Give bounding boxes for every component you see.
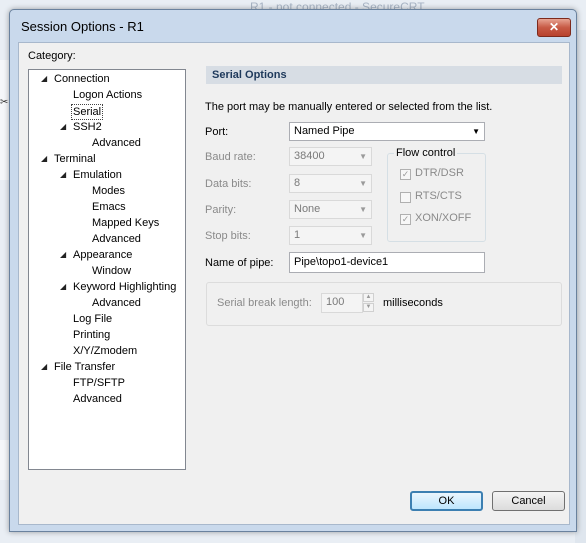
expand-triangle-icon[interactable]: ◢ <box>41 154 49 163</box>
data-bits-label: Data bits: <box>205 178 252 190</box>
expand-triangle-icon[interactable]: ◢ <box>60 170 68 179</box>
tree-item[interactable]: Keyword Highlighting <box>73 280 176 294</box>
flow-control-group: Flow control ✓ DTR/DSR RTS/CTS ✓ XON/XOF… <box>387 147 486 242</box>
tree-item[interactable]: Mapped Keys <box>92 216 159 230</box>
chevron-down-icon: ▼ <box>359 205 367 214</box>
tree-item[interactable]: Modes <box>92 184 125 198</box>
parity-value: None <box>294 203 321 215</box>
panel-header: Serial Options <box>206 66 562 84</box>
tree-item[interactable]: X/Y/Zmodem <box>73 344 137 358</box>
expand-triangle-icon[interactable]: ◢ <box>60 282 68 291</box>
port-value: Named Pipe <box>294 125 355 137</box>
chevron-down-icon: ▼ <box>359 231 367 240</box>
close-button[interactable]: ✕ <box>537 18 571 37</box>
tree-item[interactable]: Log File <box>73 312 112 326</box>
spin-down-button[interactable]: ▼ <box>363 303 374 312</box>
tree-item[interactable]: Printing <box>73 328 110 342</box>
parity-select[interactable]: None ▼ <box>289 200 372 219</box>
stop-bits-value: 1 <box>294 229 301 241</box>
xon-xoff-label: XON/XOFF <box>415 212 472 224</box>
stop-bits-label: Stop bits: <box>205 230 251 242</box>
tree-item[interactable]: Serial <box>71 104 104 120</box>
data-bits-select[interactable]: 8 ▼ <box>289 174 372 193</box>
tree-item[interactable]: Logon Actions <box>73 88 142 102</box>
tree-item[interactable]: Advanced <box>73 392 122 406</box>
chevron-down-icon: ▼ <box>472 127 480 136</box>
tree-item[interactable]: Advanced <box>92 136 141 150</box>
chevron-down-icon: ▼ <box>359 152 367 161</box>
tree-item[interactable]: Advanced <box>92 296 141 310</box>
tree-item[interactable]: Window <box>92 264 131 278</box>
break-length-group: Serial break length: 100 ▲ ▼ millisecond… <box>206 282 562 326</box>
ok-button[interactable]: OK <box>410 491 483 511</box>
break-length-input[interactable]: 100 <box>321 293 363 313</box>
port-label: Port: <box>205 126 229 138</box>
dialog-title: Session Options - R1 <box>21 19 144 34</box>
dtr-dsr-label: DTR/DSR <box>415 167 464 179</box>
tree-item[interactable]: SSH2 <box>73 120 102 134</box>
stop-bits-select[interactable]: 1 ▼ <box>289 226 372 245</box>
pipe-name-label: Name of pipe: <box>205 257 274 269</box>
tree-item[interactable]: Connection <box>54 72 110 86</box>
baud-rate-label: Baud rate: <box>205 151 256 163</box>
spin-up-button[interactable]: ▲ <box>363 293 374 302</box>
tree-item[interactable]: File Transfer <box>54 360 115 374</box>
tree-item[interactable]: Emacs <box>92 200 126 214</box>
rts-cts-label: RTS/CTS <box>415 190 462 202</box>
tree-item[interactable]: Emulation <box>73 168 122 182</box>
session-options-dialog: Session Options - R1 ✕ Category: ◢ Connec… <box>9 9 577 532</box>
data-bits-value: 8 <box>294 177 301 189</box>
rts-cts-checkbox[interactable] <box>400 192 411 203</box>
expand-triangle-icon[interactable]: ◢ <box>60 122 68 131</box>
title-bar[interactable]: Session Options - R1 ✕ <box>10 10 576 42</box>
parity-label: Parity: <box>205 204 237 216</box>
tree-item[interactable]: Advanced <box>92 232 141 246</box>
expand-triangle-icon[interactable]: ◢ <box>60 250 68 259</box>
category-tree[interactable]: ◢ Connection Logon Actions Serial ◢ SSH2 Advan… <box>28 69 186 470</box>
chevron-down-icon: ▼ <box>359 179 367 188</box>
close-icon: ✕ <box>548 20 560 34</box>
tree-item[interactable]: FTP/SFTP <box>73 376 125 390</box>
background-scissors-icon: ✂ <box>0 97 9 108</box>
break-length-value: 100 <box>326 296 345 308</box>
xon-xoff-checkbox[interactable]: ✓ <box>400 214 411 225</box>
baud-rate-select[interactable]: 38400 ▼ <box>289 147 372 166</box>
pipe-name-value: Pipe\topo1-device1 <box>294 256 389 268</box>
dialog-client-area: Category: ◢ Connection Logon Actions Serial… <box>18 42 570 525</box>
tree-item[interactable]: Terminal <box>54 152 96 166</box>
cancel-button[interactable]: Cancel <box>492 491 565 511</box>
pipe-name-input[interactable]: Pipe\topo1-device1 <box>289 252 485 273</box>
tree-item[interactable]: Appearance <box>73 248 132 262</box>
intro-text: The port may be manually entered or sele… <box>205 101 493 113</box>
expand-triangle-icon[interactable]: ◢ <box>41 74 49 83</box>
flow-control-title: Flow control <box>394 147 458 159</box>
expand-triangle-icon[interactable]: ◢ <box>41 362 49 371</box>
port-select[interactable]: Named Pipe ▼ <box>289 122 485 141</box>
category-label: Category: <box>28 50 76 62</box>
break-length-unit: milliseconds <box>383 297 443 309</box>
baud-rate-value: 38400 <box>294 150 325 162</box>
break-length-label: Serial break length: <box>217 297 312 309</box>
dtr-dsr-checkbox[interactable]: ✓ <box>400 169 411 180</box>
